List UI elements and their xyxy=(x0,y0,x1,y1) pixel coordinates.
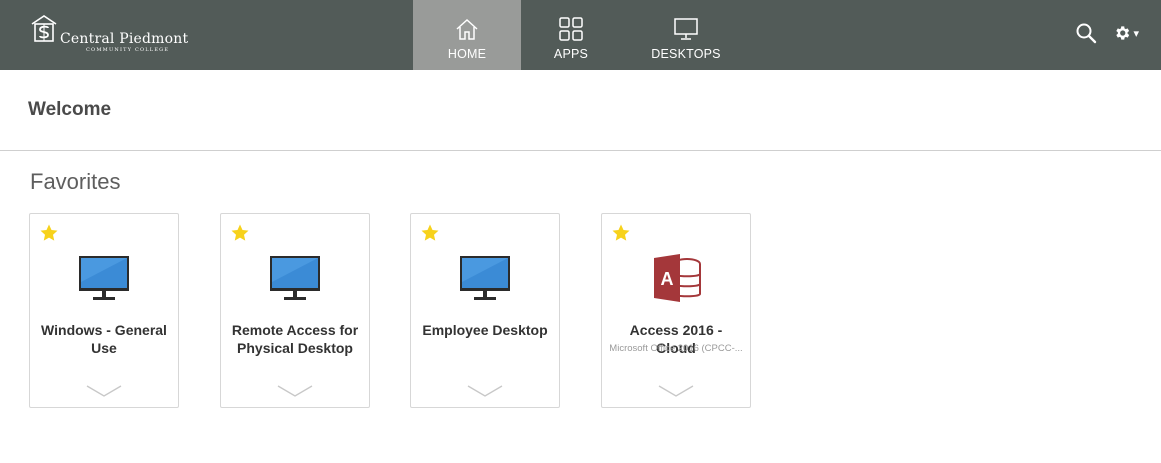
card-subtitle: Microsoft Office 2016 (CPCC-... xyxy=(609,343,743,354)
home-icon xyxy=(456,18,478,40)
logo-name: Central Piedmont xyxy=(60,31,189,47)
top-bar: Central Piedmont Community College HOME … xyxy=(0,0,1161,70)
card-title: Windows - General Use xyxy=(41,322,167,356)
nav-apps-label: APPS xyxy=(553,47,589,61)
favorite-card-access-2016-cloud[interactable]: A Access 2016 - Cloud Microsoft Office 2… xyxy=(601,213,751,408)
nav-apps[interactable]: APPS xyxy=(521,0,621,70)
college-logo-icon xyxy=(31,15,57,42)
nav-desktops[interactable]: DESKTOPS xyxy=(621,0,751,70)
settings-caret-icon: ▾ xyxy=(1133,26,1139,40)
favorite-card-employee-desktop[interactable]: Employee Desktop xyxy=(410,213,560,408)
favorite-star-icon[interactable] xyxy=(611,223,631,243)
svg-text:A: A xyxy=(661,269,674,289)
settings-button[interactable]: ▾ xyxy=(1113,24,1139,42)
main-nav: HOME APPS DESKTOPS xyxy=(413,0,751,70)
desktop-monitor-icon xyxy=(79,256,129,300)
search-button[interactable] xyxy=(1075,22,1097,44)
chevron-down-icon[interactable] xyxy=(85,383,123,399)
nav-desktops-label: DESKTOPS xyxy=(651,47,721,61)
desktop-monitor-icon xyxy=(460,256,510,300)
chevron-down-icon[interactable] xyxy=(276,383,314,399)
logo-subtitle: Community College xyxy=(86,47,170,53)
card-title: Employee Desktop xyxy=(422,322,548,338)
chevron-down-icon[interactable] xyxy=(466,383,504,399)
favorite-star-icon[interactable] xyxy=(39,223,59,243)
monitor-icon xyxy=(674,18,698,40)
top-tools: ▾ xyxy=(1075,22,1139,44)
nav-home-label: HOME xyxy=(447,47,487,61)
ms-access-icon: A xyxy=(654,254,701,302)
college-logo[interactable]: Central Piedmont Community College xyxy=(30,14,205,56)
divider xyxy=(0,150,1161,151)
favorite-card-remote-access[interactable]: Remote Access for Physical Desktop xyxy=(220,213,370,408)
chevron-down-icon[interactable] xyxy=(657,383,695,399)
desktop-monitor-icon xyxy=(270,256,320,300)
nav-home[interactable]: HOME xyxy=(413,0,521,70)
apps-grid-icon xyxy=(559,17,583,41)
card-title: Remote Access for Physical Desktop xyxy=(231,322,359,356)
gear-icon xyxy=(1116,26,1130,40)
favorite-card-windows-general-use[interactable]: Windows - General Use xyxy=(29,213,179,408)
search-icon xyxy=(1076,23,1097,44)
favorite-star-icon[interactable] xyxy=(420,223,440,243)
favorite-star-icon[interactable] xyxy=(230,223,250,243)
favorites-heading: Favorites xyxy=(30,169,121,194)
page-title: Welcome xyxy=(28,99,112,120)
